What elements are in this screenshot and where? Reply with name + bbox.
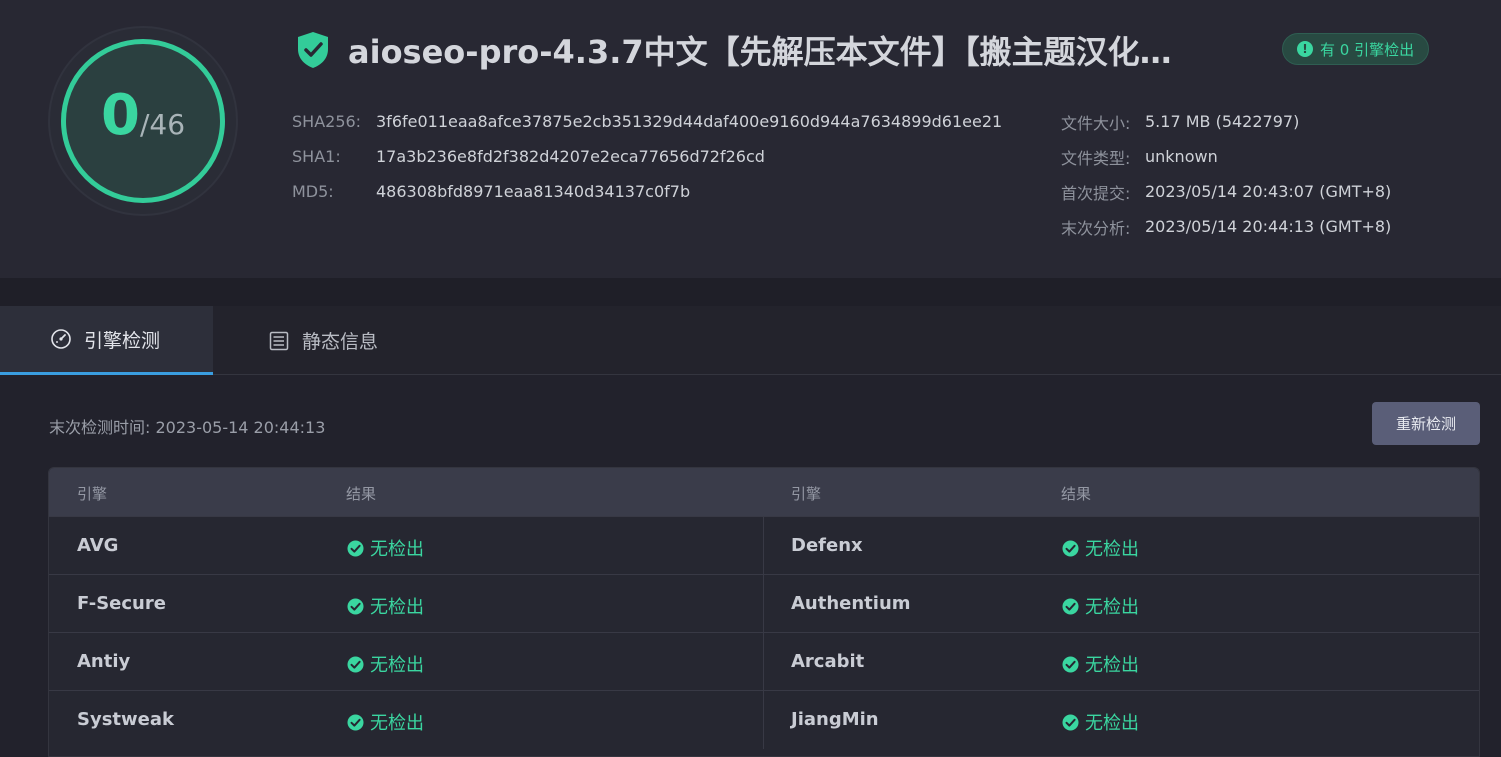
- engine-result-label: 无检出: [370, 597, 424, 618]
- check-circle-icon: [1062, 656, 1079, 672]
- recheck-button[interactable]: 重新检测: [1372, 402, 1480, 445]
- tab-static-label: 静态信息: [302, 331, 379, 353]
- hash-value: 17a3b236e8fd2f382d4207e2eca77656d72f26cd: [376, 147, 765, 166]
- engine-name: JiangMin: [791, 709, 879, 730]
- alert-icon: !: [1297, 41, 1313, 57]
- engine-name: Systweak: [77, 709, 174, 730]
- engine-result: 无检出: [347, 651, 424, 677]
- engine-name: Defenx: [791, 535, 863, 556]
- meta-value: 2023/05/14 20:43:07 (GMT+8): [1145, 182, 1392, 201]
- detected-count: 0: [100, 83, 140, 148]
- check-circle-icon: [347, 714, 364, 730]
- table-row: Systweak 无检出 JiangMin 无检出: [49, 690, 1479, 749]
- column-header-result: 结果: [346, 485, 377, 503]
- column-divider: [763, 633, 764, 691]
- check-circle-icon: [347, 598, 364, 614]
- engine-result: 无检出: [347, 535, 424, 561]
- check-circle-icon: [1062, 598, 1079, 614]
- last-check-time: 末次检测时间: 2023-05-14 20:44:13: [49, 418, 326, 437]
- engine-result-label: 无检出: [1085, 597, 1139, 618]
- table-header: 引擎 结果 引擎 结果: [49, 468, 1479, 516]
- hash-label: MD5:: [292, 182, 334, 201]
- engine-result-label: 无检出: [370, 655, 424, 676]
- tab-static-info[interactable]: 静态信息: [268, 306, 378, 375]
- total-engines: /46: [139, 108, 186, 141]
- engine-result-label: 无检出: [370, 539, 424, 560]
- column-divider: [763, 691, 764, 749]
- engine-result: 无检出: [347, 709, 424, 735]
- hash-value: 486308bfd8971eaa81340d34137c0f7b: [376, 182, 691, 201]
- check-circle-icon: [347, 656, 364, 672]
- tab-bar: 引擎检测 静态信息: [0, 306, 1501, 375]
- engine-name: Antiy: [77, 651, 131, 672]
- hash-row: MD5: 486308bfd8971eaa81340d34137c0f7b: [292, 174, 1002, 209]
- meta-label: 文件类型:: [1061, 148, 1131, 168]
- meta-value: 5.17 MB (5422797): [1145, 112, 1300, 131]
- hash-row: SHA1: 17a3b236e8fd2f382d4207e2eca77656d7…: [292, 139, 1002, 174]
- meta-value: 2023/05/14 20:44:13 (GMT+8): [1145, 217, 1392, 236]
- meta-label: 末次分析:: [1061, 218, 1131, 238]
- engine-result: 无检出: [1062, 535, 1139, 561]
- engine-result-label: 无检出: [1085, 713, 1139, 734]
- file-meta-list: 文件大小: 5.17 MB (5422797) 文件类型: unknown 首次…: [1061, 104, 1391, 244]
- detection-badge-label: 有 0 引擎检出: [1320, 40, 1415, 59]
- engine-results-table: 引擎 结果 引擎 结果 AVG 无检出 Defenx 无检出 F-Secure …: [48, 467, 1480, 757]
- column-divider: [763, 517, 764, 575]
- column-header-result: 结果: [1061, 485, 1092, 503]
- engine-name: F-Secure: [77, 593, 166, 614]
- detection-ring: 0 /46: [61, 39, 225, 203]
- tab-engine-detection[interactable]: 引擎检测: [0, 306, 213, 375]
- hash-label: SHA1:: [292, 147, 341, 166]
- check-circle-icon: [347, 540, 364, 556]
- engine-result: 无检出: [1062, 593, 1139, 619]
- engine-result-label: 无检出: [370, 713, 424, 734]
- engine-result-label: 无检出: [1085, 539, 1139, 560]
- shield-check-icon: [298, 32, 328, 68]
- table-row: Antiy 无检出 Arcabit 无检出: [49, 632, 1479, 691]
- meta-label: 文件大小:: [1061, 113, 1131, 133]
- hash-list: SHA256: 3f6fe011eaa8afce37875e2cb351329d…: [292, 104, 1002, 209]
- check-circle-icon: [1062, 714, 1079, 730]
- meta-row: 首次提交: 2023/05/14 20:43:07 (GMT+8): [1061, 174, 1391, 209]
- engine-result: 无检出: [1062, 709, 1139, 735]
- engine-result: 无检出: [347, 593, 424, 619]
- file-summary-header: 0 /46 aioseo-pro-4.3.7中文【先解压本文件】【搬主题汉化… …: [0, 0, 1501, 278]
- meta-label: 首次提交:: [1061, 183, 1131, 203]
- meta-row: 文件类型: unknown: [1061, 139, 1391, 174]
- section-separator: [0, 278, 1501, 306]
- hash-label: SHA256:: [292, 112, 362, 131]
- detection-badge: ! 有 0 引擎检出: [1282, 33, 1430, 65]
- file-title: aioseo-pro-4.3.7中文【先解压本文件】【搬主题汉化…: [348, 33, 1172, 71]
- engine-name: Authentium: [791, 593, 911, 614]
- meta-row: 文件大小: 5.17 MB (5422797): [1061, 104, 1391, 139]
- tab-engine-label: 引擎检测: [84, 329, 161, 352]
- hash-row: SHA256: 3f6fe011eaa8afce37875e2cb351329d…: [292, 104, 1002, 139]
- column-divider: [763, 575, 764, 633]
- engine-result-label: 无检出: [1085, 655, 1139, 676]
- speedometer-icon: [51, 329, 71, 349]
- engine-name: Arcabit: [791, 651, 865, 672]
- detection-gauge: 0 /46: [48, 26, 238, 216]
- title-row: aioseo-pro-4.3.7中文【先解压本文件】【搬主题汉化…: [296, 28, 1446, 72]
- list-document-icon: [269, 331, 289, 350]
- column-header-engine: 引擎: [791, 485, 822, 503]
- table-row: F-Secure 无检出 Authentium 无检出: [49, 574, 1479, 633]
- table-row: AVG 无检出 Defenx 无检出: [49, 516, 1479, 575]
- column-header-engine: 引擎: [77, 485, 108, 503]
- engine-result: 无检出: [1062, 651, 1139, 677]
- check-circle-icon: [1062, 540, 1079, 556]
- engine-name: AVG: [77, 535, 119, 556]
- hash-value: 3f6fe011eaa8afce37875e2cb351329d44daf400…: [376, 112, 1003, 131]
- meta-row: 末次分析: 2023/05/14 20:44:13 (GMT+8): [1061, 209, 1391, 244]
- meta-value: unknown: [1145, 147, 1218, 166]
